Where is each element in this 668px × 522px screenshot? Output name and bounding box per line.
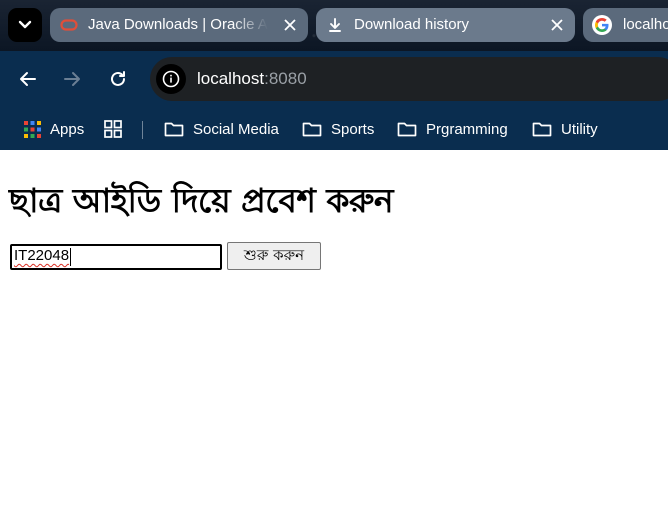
reload-button[interactable]: [104, 65, 132, 93]
bookmark-label: Sports: [331, 120, 375, 138]
start-button[interactable]: শুরু করুন: [227, 242, 321, 270]
folder-icon: [397, 122, 417, 137]
bookmark-folder-programming[interactable]: Prgramming: [397, 116, 508, 142]
bookmark-label: Apps: [50, 120, 85, 138]
url-port: :8080: [264, 69, 307, 88]
arrow-left-icon: [20, 72, 36, 86]
browser-toolbar: localhost:8080: [0, 51, 668, 107]
apps-icon: [24, 120, 41, 138]
tab-search-button[interactable]: [8, 8, 42, 42]
bookmark-label: Utility: [561, 120, 598, 138]
tab-strip: Java Downloads | Oracle Al Download hist…: [0, 0, 668, 51]
bookmark-label: Social Media: [193, 120, 279, 138]
student-id-value: IT22048: [14, 247, 70, 264]
tab-title: Java Downloads | Oracle Al: [88, 16, 268, 33]
bookmark-folder-utility[interactable]: Utility: [532, 116, 598, 142]
chevron-down-icon: [18, 20, 32, 29]
tab-download-history[interactable]: Download history: [316, 8, 575, 42]
close-icon[interactable]: [547, 15, 567, 35]
tab-title: Download history: [354, 16, 470, 33]
bookmark-label: Prgramming: [426, 120, 508, 138]
bookmark-folder-sports[interactable]: Sports: [302, 116, 374, 142]
google-icon: [592, 15, 612, 35]
site-info-icon[interactable]: [156, 64, 186, 94]
grid-icon: [104, 120, 122, 138]
bookmark-folder-social-media[interactable]: Social Media: [164, 116, 279, 142]
bookmarks-bar: Apps Social Media Sports Prgramming Util…: [0, 107, 668, 150]
forward-button[interactable]: [58, 65, 86, 93]
reload-icon: [111, 71, 125, 86]
text-caret: [70, 248, 71, 266]
tab-localhost[interactable]: localho: [583, 8, 668, 42]
close-icon[interactable]: [280, 15, 300, 35]
oracle-icon: [60, 16, 78, 34]
bookmark-tab-groups[interactable]: [104, 116, 131, 142]
tab-title: localho: [623, 16, 668, 33]
address-bar[interactable]: localhost:8080: [150, 57, 668, 101]
page-content: ছাত্র আইডি দিয়ে প্রবেশ করুন IT22048 শুর…: [0, 151, 668, 522]
download-icon: [326, 16, 344, 34]
url-text: localhost:8080: [197, 69, 307, 89]
bookmark-apps[interactable]: Apps: [24, 116, 84, 142]
back-button[interactable]: [14, 65, 42, 93]
arrow-right-icon: [64, 72, 80, 86]
folder-icon: [532, 122, 552, 137]
bookmark-separator: [142, 121, 143, 139]
url-host: localhost: [197, 69, 265, 88]
folder-icon: [302, 122, 322, 137]
tab-java-downloads[interactable]: Java Downloads | Oracle Al: [50, 8, 308, 42]
page-title: ছাত্র আইডি দিয়ে প্রবেশ করুন: [9, 181, 394, 220]
folder-icon: [164, 122, 184, 137]
